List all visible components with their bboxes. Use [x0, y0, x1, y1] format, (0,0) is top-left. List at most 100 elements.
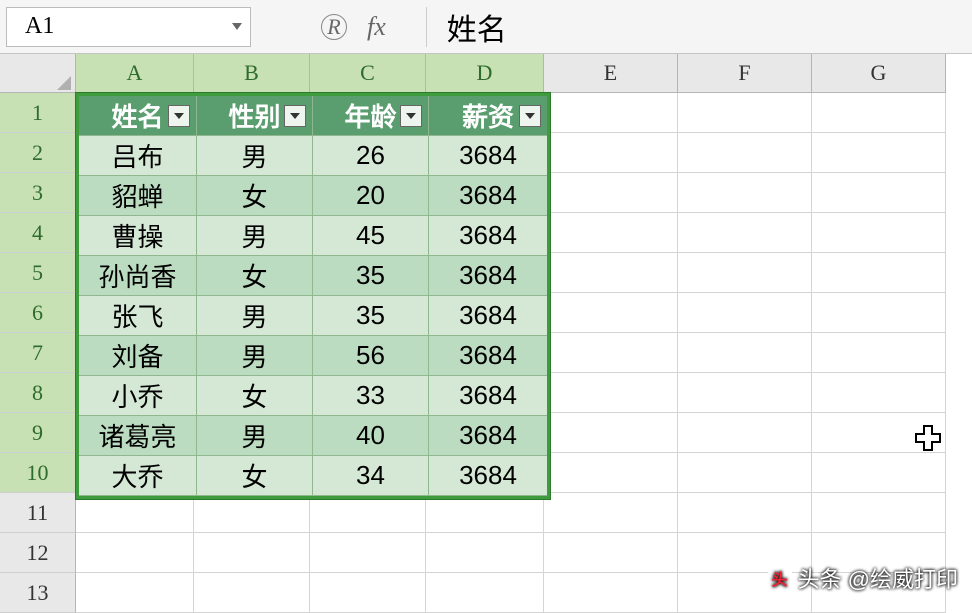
table-cell[interactable]: 女 — [197, 256, 313, 296]
cell[interactable] — [310, 493, 426, 533]
table-cell[interactable]: 孙尚香 — [79, 256, 197, 296]
cell[interactable] — [678, 413, 812, 453]
table-cell[interactable]: 女 — [197, 176, 313, 216]
row-header-4[interactable]: 4 — [0, 213, 76, 253]
filter-dropdown-icon[interactable] — [168, 105, 190, 127]
cell[interactable] — [678, 173, 812, 213]
column-header-E[interactable]: E — [544, 54, 678, 93]
cell[interactable] — [544, 373, 678, 413]
column-header-C[interactable]: C — [310, 54, 426, 93]
cell[interactable] — [678, 213, 812, 253]
row-header-13[interactable]: 13 — [0, 573, 76, 613]
cell[interactable] — [426, 533, 544, 573]
cell[interactable] — [812, 373, 946, 413]
cell[interactable] — [812, 453, 946, 493]
row-header-5[interactable]: 5 — [0, 253, 76, 293]
filter-dropdown-icon[interactable] — [400, 105, 422, 127]
cell[interactable] — [310, 573, 426, 613]
table-cell[interactable]: 男 — [197, 216, 313, 256]
cell[interactable] — [194, 533, 310, 573]
cell[interactable] — [678, 373, 812, 413]
filter-dropdown-icon[interactable] — [284, 105, 306, 127]
table-cell[interactable]: 56 — [313, 336, 429, 376]
table-cell[interactable]: 35 — [313, 296, 429, 336]
r-circle-icon[interactable]: R — [321, 14, 347, 40]
cell[interactable] — [812, 253, 946, 293]
row-header-12[interactable]: 12 — [0, 533, 76, 573]
table-header-cell[interactable]: 年龄 — [313, 96, 429, 136]
row-header-10[interactable]: 10 — [0, 453, 76, 493]
cell[interactable] — [812, 293, 946, 333]
row-header-1[interactable]: 1 — [0, 93, 76, 133]
name-box-dropdown-icon[interactable] — [232, 23, 242, 30]
table-cell[interactable]: 3684 — [429, 176, 547, 216]
cell[interactable] — [678, 93, 812, 133]
table-cell[interactable]: 3684 — [429, 376, 547, 416]
table-cell[interactable]: 大乔 — [79, 456, 197, 496]
table-cell[interactable]: 男 — [197, 296, 313, 336]
cell[interactable] — [544, 253, 678, 293]
cell[interactable] — [812, 93, 946, 133]
row-header-3[interactable]: 3 — [0, 173, 76, 213]
cell[interactable] — [812, 213, 946, 253]
formula-input[interactable]: 姓名 — [426, 7, 507, 47]
cell[interactable] — [194, 573, 310, 613]
cell[interactable] — [544, 333, 678, 373]
table-cell[interactable]: 3684 — [429, 216, 547, 256]
cell[interactable] — [544, 213, 678, 253]
cell[interactable] — [544, 173, 678, 213]
table-cell[interactable]: 女 — [197, 376, 313, 416]
row-header-6[interactable]: 6 — [0, 293, 76, 333]
cell[interactable] — [76, 493, 194, 533]
table-cell[interactable]: 小乔 — [79, 376, 197, 416]
table-cell[interactable]: 20 — [313, 176, 429, 216]
cell[interactable] — [678, 253, 812, 293]
table-cell[interactable]: 貂蝉 — [79, 176, 197, 216]
cell[interactable] — [194, 493, 310, 533]
table-cell[interactable]: 诸葛亮 — [79, 416, 197, 456]
cell[interactable] — [812, 173, 946, 213]
cell[interactable] — [678, 493, 812, 533]
table-cell[interactable]: 3684 — [429, 136, 547, 176]
table-cell[interactable]: 26 — [313, 136, 429, 176]
column-header-D[interactable]: D — [426, 54, 544, 93]
cell[interactable] — [678, 293, 812, 333]
table-cell[interactable]: 34 — [313, 456, 429, 496]
cell[interactable] — [544, 293, 678, 333]
column-header-B[interactable]: B — [194, 54, 310, 93]
cell[interactable] — [678, 333, 812, 373]
column-header-A[interactable]: A — [76, 54, 194, 93]
table-cell[interactable]: 曹操 — [79, 216, 197, 256]
row-header-8[interactable]: 8 — [0, 373, 76, 413]
cell[interactable] — [426, 493, 544, 533]
row-header-9[interactable]: 9 — [0, 413, 76, 453]
table-cell[interactable]: 40 — [313, 416, 429, 456]
cell[interactable] — [544, 533, 678, 573]
cell[interactable] — [812, 133, 946, 173]
table-header-cell[interactable]: 性别 — [197, 96, 313, 136]
fx-icon[interactable]: fx — [367, 12, 386, 42]
table-cell[interactable]: 3684 — [429, 416, 547, 456]
table-cell[interactable]: 女 — [197, 456, 313, 496]
cell[interactable] — [678, 453, 812, 493]
column-header-F[interactable]: F — [678, 54, 812, 93]
cell[interactable] — [544, 133, 678, 173]
row-header-2[interactable]: 2 — [0, 133, 76, 173]
table-cell[interactable]: 3684 — [429, 256, 547, 296]
cell[interactable] — [544, 493, 678, 533]
cell[interactable] — [544, 93, 678, 133]
table-cell[interactable]: 男 — [197, 416, 313, 456]
table-cell[interactable]: 吕布 — [79, 136, 197, 176]
table-header-cell[interactable]: 姓名 — [79, 96, 197, 136]
cell[interactable] — [678, 133, 812, 173]
cell[interactable] — [544, 453, 678, 493]
column-header-G[interactable]: G — [812, 54, 946, 93]
table-cell[interactable]: 45 — [313, 216, 429, 256]
table-cell[interactable]: 35 — [313, 256, 429, 296]
table-cell[interactable]: 3684 — [429, 336, 547, 376]
cell[interactable] — [426, 573, 544, 613]
cell[interactable] — [76, 533, 194, 573]
cell[interactable] — [544, 413, 678, 453]
table-cell[interactable]: 3684 — [429, 296, 547, 336]
cell[interactable] — [310, 533, 426, 573]
